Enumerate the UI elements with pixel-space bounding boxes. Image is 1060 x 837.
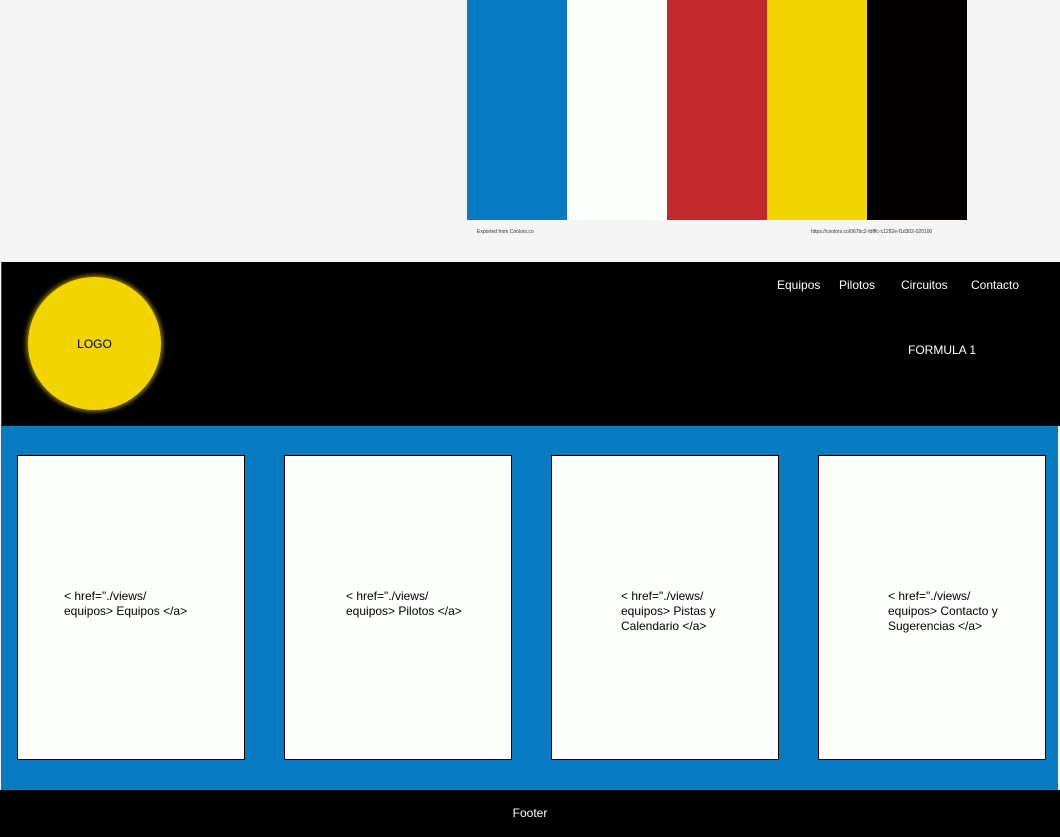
card-link-text: < href="./views/ equipos> Equipos </a>: [64, 589, 188, 618]
card-pistas-calendario[interactable]: < href="./views/ equipos> Pistas y Calen…: [551, 455, 779, 760]
palette-swatches: [467, 0, 967, 220]
site-header: LOGO Equipos Pilotos Circuitos Contacto …: [1, 262, 1060, 426]
card-link-text: < href="./views/ equipos> Pistas y Calen…: [621, 589, 716, 633]
swatch-blue: [467, 0, 567, 220]
nav-item-circuitos[interactable]: Circuitos: [901, 278, 948, 292]
color-palette-section: Exported from Coolors.co https://coolors…: [0, 0, 1060, 262]
nav-item-pilotos[interactable]: Pilotos: [839, 278, 875, 292]
main-nav: Equipos Pilotos Circuitos Contacto: [2, 278, 1060, 292]
logo-label: LOGO: [77, 336, 112, 351]
main-content: < href="./views/ equipos> Equipos </a> <…: [1, 426, 1058, 790]
swatch-black: [867, 0, 967, 220]
swatch-white: [567, 0, 667, 220]
card-link-text: < href="./views/ equipos> Pilotos </a>: [346, 589, 462, 618]
nav-item-contacto[interactable]: Contacto: [971, 278, 1019, 292]
footer-label: Footer: [512, 805, 548, 820]
site-footer: Footer: [0, 790, 1060, 837]
card-link-text: < href="./views/ equipos> Contacto y Sug…: [888, 589, 998, 633]
nav-item-equipos[interactable]: Equipos: [777, 278, 820, 292]
swatch-red: [667, 0, 767, 220]
logo[interactable]: LOGO: [28, 277, 161, 410]
swatch-yellow: [767, 0, 867, 220]
card-equipos[interactable]: < href="./views/ equipos> Equipos </a>: [17, 455, 245, 760]
palette-caption-right[interactable]: https://coolors.co/067bc2-fdfffc-c1292e-…: [811, 229, 932, 235]
brand-title: FORMULA 1: [908, 343, 977, 357]
card-pilotos[interactable]: < href="./views/ equipos> Pilotos </a>: [284, 455, 512, 760]
card-contacto-sugerencias[interactable]: < href="./views/ equipos> Contacto y Sug…: [818, 455, 1046, 760]
palette-caption-left: Exported from Coolors.co: [477, 229, 534, 235]
